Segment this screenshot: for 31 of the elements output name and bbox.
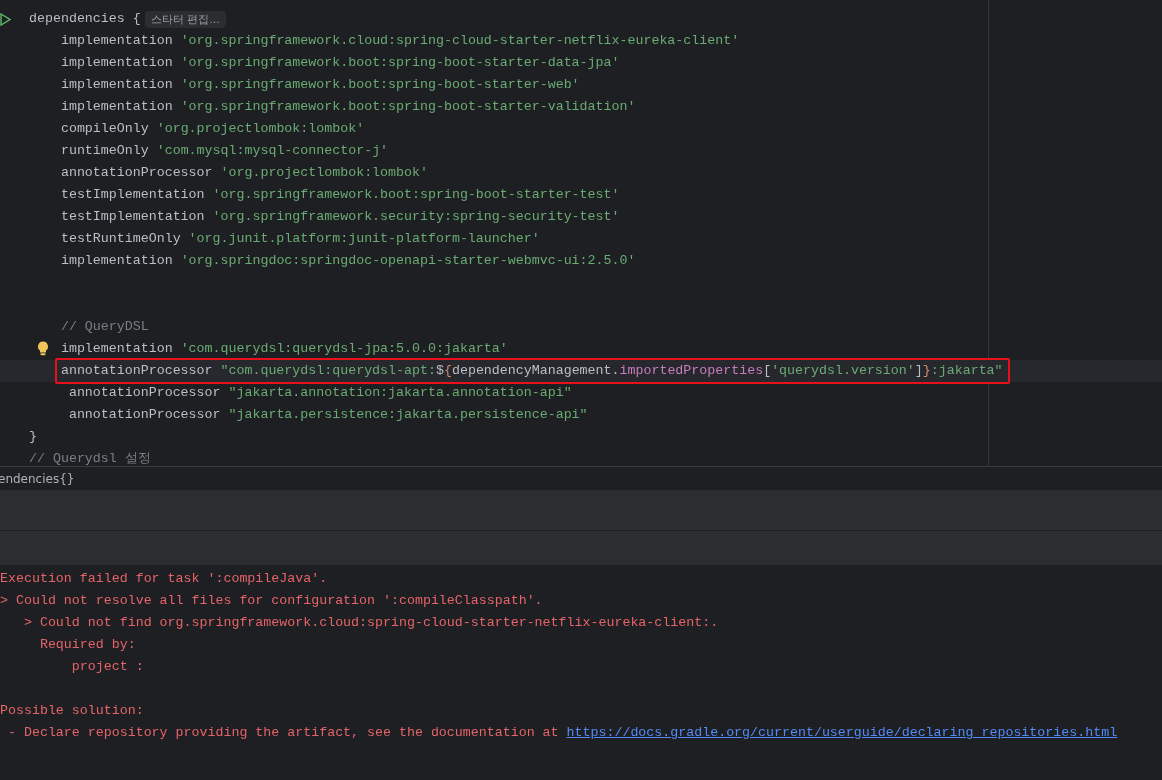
code-editor[interactable] [0,0,1162,466]
error-text: - Declare repository providing the artifact, see the documentation at [6,725,560,740]
code-line: testImplementation 'org.springframework.security:spring-security-test' [60,208,620,226]
error-text: > Could not resolve all files for configuration ':compileClasspath'. [0,593,543,608]
code-line: dependencies { [29,10,141,28]
code-line: implementation 'org.springframework.boot:spring-boot-starter-web' [60,76,580,94]
code-line: } [29,428,37,446]
code-line: annotationProcessor 'org.projectlombok:lombok' [60,164,428,182]
code-line: annotationProcessor "com.querydsl:querydsl-apt:${dependencyManagement.importedProperties['querydsl.version']}:jakarta" [60,362,1003,380]
error-text: Required by: [38,637,136,652]
code-line: testImplementation 'org.springframework.boot:spring-boot-starter-test' [60,186,620,204]
run-icon[interactable] [0,12,11,26]
lightbulb-icon[interactable] [37,341,49,356]
documentation-link[interactable]: https://docs.gradle.org/current/userguide/declaring_repositories.html [566,725,1118,740]
code-line: implementation 'org.springframework.boot:spring-boot-starter-data-jpa' [60,54,620,72]
code-line: implementation 'org.springdoc:springdoc-openapi-starter-webmvc-ui:2.5.0' [60,252,636,270]
code-line: implementation 'org.springframework.cloud:spring-cloud-starter-netflix-eureka-client' [60,32,740,50]
code-line: annotationProcessor "jakarta.annotation:jakarta.annotation-api" [68,384,572,402]
code-line: compileOnly 'org.projectlombok:lombok' [60,120,365,138]
code-comment: // Querydsl 설정 [29,450,151,466]
code-line: implementation 'com.querydsl:querydsl-jpa:5.0.0:jakarta' [60,340,508,358]
error-text: Execution failed for task ':compileJava'. [0,571,328,586]
error-text: > Could not find org.springframework.cloud:spring-cloud-starter-netflix-eureka-client:. [22,615,719,630]
code-comment: // QueryDSL [60,318,149,336]
code-line: implementation 'org.springframework.boot:spring-boot-starter-validation' [60,98,636,116]
code-line: annotationProcessor "jakarta.persistence:jakarta.persistence-api" [68,406,588,424]
error-text: project : [70,659,144,674]
inlay-hint[interactable]: 스타터 편집... [144,10,226,28]
code-line: testRuntimeOnly 'org.junit.platform:junit-platform-launcher' [60,230,540,248]
code-line: runtimeOnly 'com.mysql:mysql-connector-j' [60,142,389,160]
error-text: Possible solution: [0,703,144,718]
